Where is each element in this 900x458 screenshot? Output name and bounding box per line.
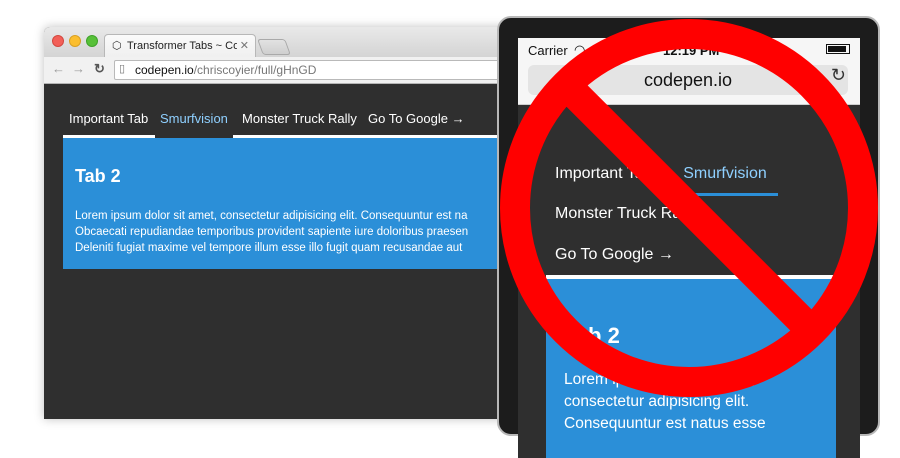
browser-titlebar: ⬡ Transformer Tabs ~ CodeP ✕	[44, 27, 514, 58]
panel-line: Lorem ipsum dolor sit amet,	[564, 371, 756, 388]
back-arrow-icon[interactable]: ←	[52, 61, 65, 76]
codepen-favicon-icon: ⬡	[112, 40, 122, 52]
tab-smurfvision[interactable]: Smurfvision	[155, 111, 233, 138]
reload-icon[interactable]: ↻	[94, 61, 105, 77]
panel-line: consectetur adipisicing elit.	[564, 393, 750, 410]
new-tab-button[interactable]	[257, 39, 291, 55]
browser-tab-title: Transformer Tabs ~ CodeP	[127, 40, 237, 52]
zoom-window-button[interactable]	[86, 35, 98, 47]
mobile-address-bar: codepen.io ↻	[518, 60, 860, 105]
tab-panel: Tab 2 Lorem ipsum dolor sit amet, consec…	[546, 275, 836, 458]
close-window-button[interactable]	[52, 35, 64, 47]
phone-device: Carrier ◠ 12:19 PM codepen.io ↻ Importan…	[497, 16, 880, 458]
tab-monster-truck-rally[interactable]: Monster Truck Rally	[242, 111, 357, 126]
panel-title: Tab 2	[75, 166, 121, 186]
page-icon: ▯	[119, 63, 126, 75]
status-bar: Carrier ◠ 12:19 PM	[518, 38, 860, 60]
url-host: codepen.io	[135, 63, 194, 77]
wifi-icon: ◠	[574, 42, 586, 57]
clock: 12:19 PM	[663, 43, 720, 58]
mobile-url-field[interactable]: codepen.io	[528, 65, 848, 95]
url-text: codepen.io/chriscoyier/full/gHnGD	[135, 63, 316, 77]
tab-important[interactable]: Important Tab	[69, 111, 148, 126]
panel-title: Tab 2	[564, 323, 620, 348]
close-tab-icon[interactable]: ✕	[240, 39, 249, 52]
url-path: /chriscoyier/full/gHnGD	[193, 63, 317, 77]
tab-smurfvision[interactable]: Smurfvision	[672, 165, 778, 196]
carrier-label: Carrier	[528, 43, 568, 58]
tab-important[interactable]: Important Tab	[555, 165, 653, 183]
tab-go-to-google[interactable]: Go To Google →	[555, 246, 674, 264]
minimize-window-button[interactable]	[69, 35, 81, 47]
browser-tab[interactable]: ⬡ Transformer Tabs ~ CodeP ✕	[104, 34, 256, 58]
tab-bar: Important Tab Smurfvision Monster Truck …	[63, 111, 503, 138]
forward-arrow-icon[interactable]: →	[72, 61, 85, 76]
panel-line: Lorem ipsum dolor sit amet, consectetur …	[75, 210, 468, 222]
panel-text: Lorem ipsum dolor sit amet, consectetur …	[564, 369, 829, 435]
tab-panel: Tab 2 Lorem ipsum dolor sit amet, consec…	[63, 138, 514, 269]
desktop-browser-window: ⬡ Transformer Tabs ~ CodeP ✕ ← → ↻ ▯ cod…	[44, 27, 514, 419]
panel-text: Lorem ipsum dolor sit amet, consectetur …	[75, 208, 514, 256]
battery-level	[828, 46, 846, 52]
panel-line: Consequuntur est natus esse	[564, 415, 766, 432]
battery-icon	[826, 44, 850, 54]
browser-toolbar: ← → ↻ ▯ codepen.io/chriscoyier/full/gHnG…	[44, 57, 514, 84]
phone-screen: Carrier ◠ 12:19 PM codepen.io ↻ Importan…	[518, 38, 860, 458]
page-content: Important Tab Smurfvision Monster Truck …	[44, 84, 514, 419]
tab-monster-truck-rally[interactable]: Monster Truck Rally	[555, 205, 696, 223]
address-bar[interactable]: ▯ codepen.io/chriscoyier/full/gHnGD	[114, 60, 514, 80]
panel-line: Deleniti fugiat maxime vel tempore illum…	[75, 242, 463, 254]
reload-icon[interactable]: ↻	[831, 65, 846, 86]
panel-line: Obcaecati repudiandae temporibus provide…	[75, 226, 469, 238]
mobile-page-content: Important Tab Smurfvision Monster Truck …	[518, 105, 860, 458]
tab-go-to-google[interactable]: Go To Google →	[368, 111, 465, 126]
